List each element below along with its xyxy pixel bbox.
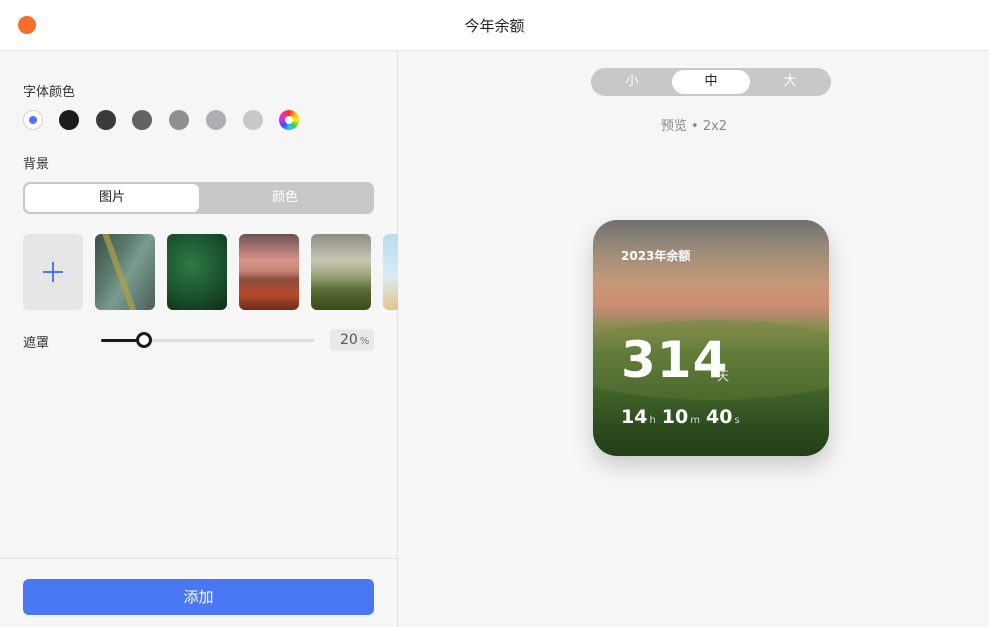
thumbnail-misty-meadow[interactable] xyxy=(311,234,371,310)
mask-value-field[interactable]: 20% xyxy=(330,329,374,351)
title-bar: 今年余额 xyxy=(0,0,989,51)
divider xyxy=(0,558,398,559)
mask-value: 20 xyxy=(340,332,358,348)
size-segmented: 小 中 大 xyxy=(591,68,831,96)
thumbnail-sky-beach[interactable] xyxy=(383,234,398,310)
widget-title: 2023年余额 xyxy=(621,249,691,263)
time-remaining: 14 h 10 m 40 s xyxy=(621,406,746,428)
font-color-label: 字体颜色 xyxy=(23,85,76,100)
thumbnail-aerial-coast[interactable] xyxy=(95,234,155,310)
seconds-unit: s xyxy=(734,415,740,426)
days-remaining: 314 xyxy=(621,331,729,389)
swatch-dark-gray[interactable] xyxy=(96,110,116,130)
swatch-light-gray[interactable] xyxy=(206,110,226,130)
mask-label: 遮罩 xyxy=(23,336,50,351)
thumbnail-fern-leaves[interactable] xyxy=(167,234,227,310)
seconds-value: 40 xyxy=(706,406,733,428)
size-medium[interactable]: 中 xyxy=(672,70,750,94)
widget-preview: 2023年余额 314 天 14 h 10 m 40 s xyxy=(593,220,829,456)
size-small[interactable]: 小 xyxy=(593,70,671,94)
swatch-gray[interactable] xyxy=(132,110,152,130)
mask-slider-handle[interactable] xyxy=(135,332,152,348)
swatch-black[interactable] xyxy=(59,110,79,130)
color-wheel-icon[interactable] xyxy=(279,110,299,130)
add-button[interactable]: 添加 xyxy=(23,579,374,615)
tab-image[interactable]: 图片 xyxy=(25,184,199,212)
swatch-accent-blue[interactable] xyxy=(23,110,43,130)
add-image-button[interactable] xyxy=(23,234,83,310)
minutes-unit: m xyxy=(690,415,700,426)
hours-unit: h xyxy=(649,415,656,426)
mask-slider[interactable] xyxy=(101,339,314,342)
preview-panel: 小 中 大 预览 • 2x2 2023年余额 314 天 14 h 10 m 40 s xyxy=(399,51,989,627)
mask-unit: % xyxy=(359,336,370,347)
size-large[interactable]: 大 xyxy=(751,70,829,94)
background-thumbnails xyxy=(0,234,398,310)
days-unit: 天 xyxy=(717,369,730,383)
background-type-segmented: 图片 颜色 xyxy=(23,182,374,214)
thumbnail-sunset-lake[interactable] xyxy=(239,234,299,310)
minutes-value: 10 xyxy=(661,406,689,428)
window-title: 今年余额 xyxy=(464,17,525,35)
swatch-lighter-gray[interactable] xyxy=(243,110,263,130)
background-label: 背景 xyxy=(23,157,50,172)
settings-panel: 字体颜色 背景 图片 颜色 遮罩 20 % 添加 xyxy=(0,51,398,627)
hours-value: 14 xyxy=(621,406,648,428)
swatch-mid-gray[interactable] xyxy=(169,110,189,130)
app-window: 今年余额 字体颜色 背景 图片 颜色 遮罩 20 % 添加 小 中 大 预览 •… xyxy=(0,0,989,627)
plus-icon-vertical xyxy=(52,262,54,282)
preview-label: 预览 • 2x2 xyxy=(660,119,728,134)
sky-haze xyxy=(593,280,829,320)
tab-color[interactable]: 颜色 xyxy=(198,184,372,212)
